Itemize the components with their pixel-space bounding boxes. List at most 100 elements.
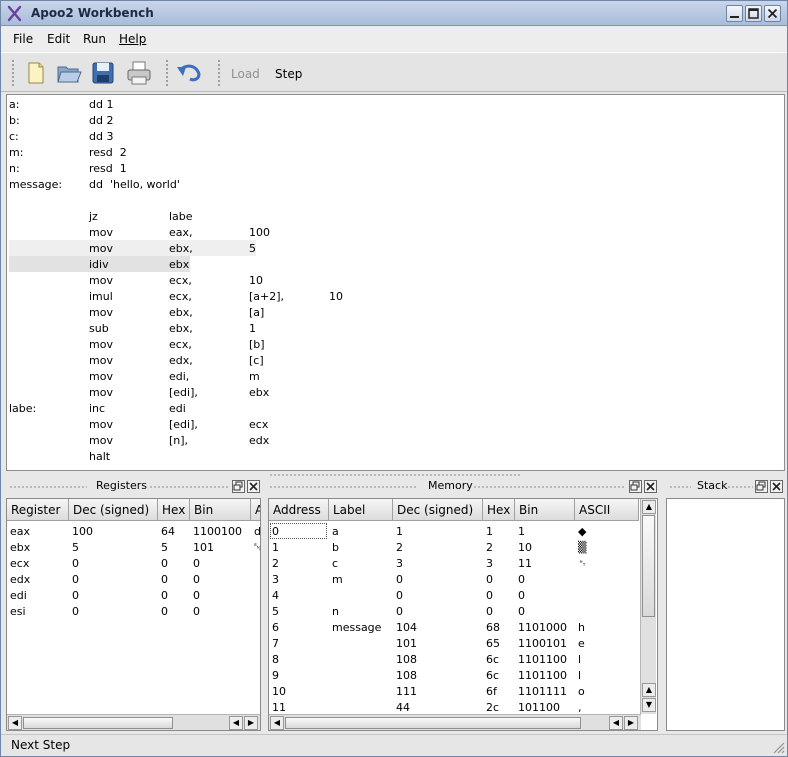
float-window-icon [233,481,243,491]
open-file-button[interactable] [55,59,83,87]
memory-grip-right[interactable] [473,485,625,489]
code-instruction: mov [89,226,113,239]
scroll-thumb[interactable] [23,717,173,729]
code-operand: ecx, [169,338,192,351]
code-instruction: jz [89,210,98,223]
table-cell: 3 [396,557,403,570]
code-operand: ebx [169,258,190,271]
resize-grip-icon[interactable] [771,740,785,754]
table-cell: 6f [486,685,497,698]
column-header[interactable]: Hex [158,499,190,521]
code-operand: [edi], [169,386,198,399]
scroll-right-arrow[interactable]: ▶ [244,716,258,730]
column-header[interactable]: A [251,499,260,521]
table-cell: 101 [396,637,417,650]
memory-float-button[interactable] [629,480,642,493]
scroll-thumb[interactable] [285,717,581,729]
memory-close-button[interactable] [644,480,657,493]
table-cell: 10 [518,541,532,554]
toolbar-grip-3[interactable] [217,59,221,87]
title-bar[interactable]: Apoo2 Workbench [1,1,787,26]
column-header[interactable]: Register [7,499,69,521]
table-cell: 2 [486,541,493,554]
stack-close-button[interactable] [770,480,783,493]
print-button[interactable] [125,59,153,87]
app-x-icon [7,5,22,22]
code-operand: ecx [249,418,269,431]
new-file-button[interactable] [21,59,49,87]
table-cell: 0 [72,557,79,570]
save-button[interactable] [89,59,117,87]
column-header[interactable]: Dec (signed) [69,499,158,521]
table-cell: c [332,557,339,570]
column-header[interactable]: Bin [190,499,251,521]
table-cell: 108 [396,669,417,682]
scroll-up-arrow[interactable]: ▲ [642,500,656,514]
toolbar-grip[interactable] [11,59,15,87]
table-cell: a [332,525,339,538]
step-button[interactable]: Step [275,67,302,81]
stack-title: Stack [697,479,728,492]
scroll-left-arrow[interactable]: ◀ [270,716,284,730]
menu-file[interactable]: File [13,32,33,46]
stack-grip-right[interactable] [727,485,753,489]
column-header[interactable]: ASCII [575,499,639,521]
registers-grip[interactable] [9,485,87,489]
registers-float-button[interactable] [232,480,245,493]
table-cell: 0 [161,605,168,618]
scroll-left-arrow[interactable]: ◀ [609,716,623,730]
memory-vscroll[interactable]: ▲ ▲ ▼ [640,499,656,714]
scroll-thumb[interactable] [642,515,655,617]
menu-edit[interactable]: Edit [47,32,70,46]
undo-button[interactable] [175,59,203,87]
column-header[interactable]: Label [329,499,393,521]
table-cell: 0 [396,589,403,602]
maximize-button[interactable] [745,5,762,22]
scroll-up-arrow[interactable]: ▲ [642,683,656,697]
stack-list[interactable] [666,498,785,731]
table-cell: 5 [272,605,279,618]
code-operand: eax, [169,226,193,239]
scroll-right-arrow[interactable]: ▶ [624,716,638,730]
memory-hscroll[interactable]: ◀ ◀ ▶ [269,714,641,730]
code-operand: [c] [249,354,264,367]
code-editor[interactable]: a: dd 1 b: dd 2 c: dd 3 m: resd 2 n: resd 1 messag… [6,94,785,471]
table-cell: ecx [10,557,30,570]
memory-table[interactable]: Address Label Dec (signed) Hex Bin ASCII 0 a 1 1 1… [268,498,658,731]
scroll-left-arrow[interactable]: ◀ [8,716,22,730]
editor-splitter[interactable] [269,473,521,477]
close-button[interactable] [764,5,781,22]
menu-help[interactable]: Help [119,32,146,46]
status-text: Next Step [11,738,71,752]
stack-float-button[interactable] [755,480,768,493]
code-instruction: idiv [89,258,109,271]
table-cell: 5 [72,541,79,554]
code-label: c: [9,130,19,143]
code-operand: [n], [169,434,189,447]
toolbar-grip-2[interactable] [165,59,169,87]
column-header[interactable]: Bin [515,499,575,521]
registers-close-button[interactable] [247,480,260,493]
scroll-left-arrow[interactable]: ◀ [229,716,243,730]
minimize-button[interactable] [726,5,743,22]
menu-run[interactable]: Run [83,32,106,46]
memory-grip[interactable] [269,485,417,489]
column-header[interactable]: Address [269,499,329,521]
code-label: message: [9,178,63,191]
column-header[interactable]: Hex [483,499,515,521]
table-cell: ␉ [578,557,587,570]
code-instruction: sub [89,322,109,335]
code-line: sub ebx, 1 [7,320,784,336]
minimize-icon [730,16,739,18]
code-operand: labe [169,210,193,223]
stack-grip[interactable] [669,485,691,489]
load-button[interactable]: Load [231,67,260,81]
registers-hscroll[interactable]: ◀ ◀ ▶ [7,714,260,730]
code-line: imul ecx, [a+2], 10 [7,288,784,304]
table-cell: 1101100 [518,669,567,682]
table-cell: b [332,541,339,554]
column-header[interactable]: Dec (signed) [393,499,483,521]
registers-grip-right[interactable] [149,485,229,489]
scroll-down-arrow[interactable]: ▼ [642,698,656,712]
registers-table[interactable]: RegisterDec (signed)HexBinAeax 100 64 11001… [6,498,261,731]
